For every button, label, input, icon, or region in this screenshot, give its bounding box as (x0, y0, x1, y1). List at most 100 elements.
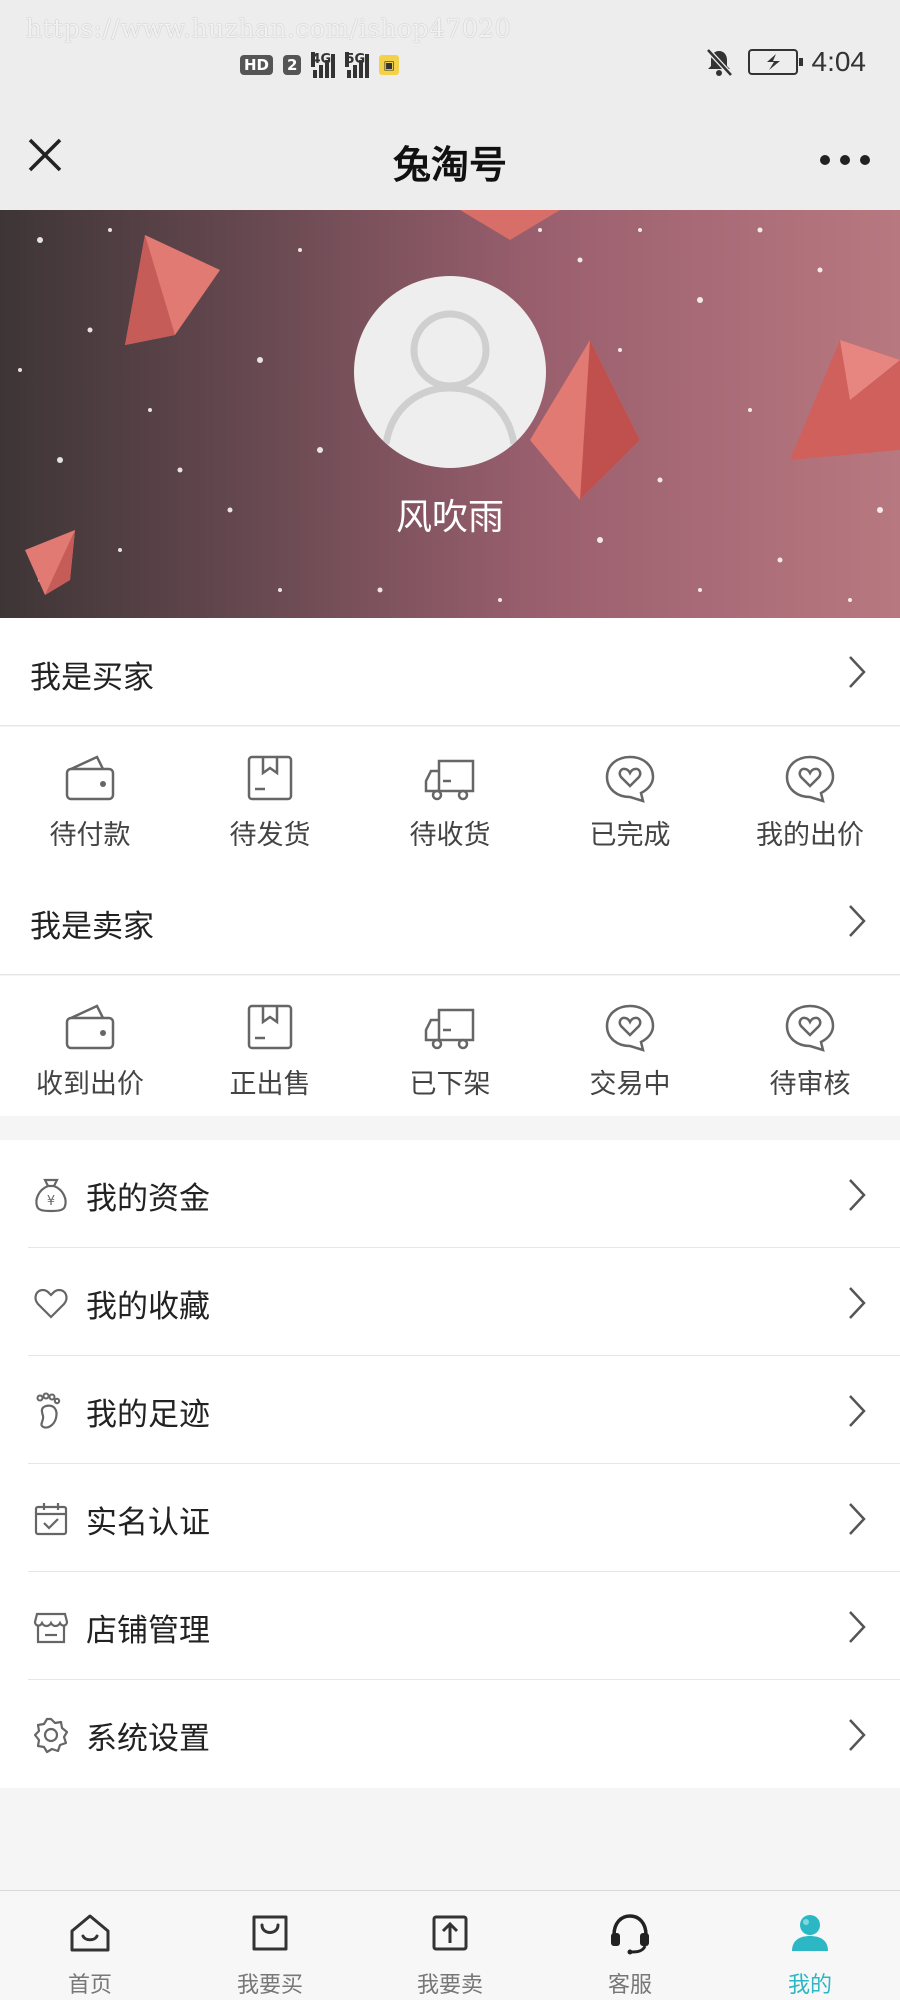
wallet-icon (65, 1004, 115, 1050)
truck-icon (424, 759, 475, 801)
buyer-my-bids[interactable]: 我的出价 (720, 727, 900, 867)
chevron-right-icon (849, 1611, 866, 1643)
hd-badge: HD (240, 55, 274, 75)
buyer-item-label: 已完成 (589, 820, 671, 851)
menu-item-footprints[interactable]: 我的足迹 (0, 1356, 900, 1464)
seller-item-label: 已下架 (409, 1069, 491, 1100)
truck-icon (424, 1008, 475, 1050)
svg-text:¥: ¥ (47, 1194, 55, 1209)
seller-on-sale[interactable]: 正出售 (180, 976, 360, 1116)
seller-in-trade[interactable]: 交易中 (540, 976, 720, 1116)
bottom-tab-bar: 首页 我要买 我要卖 客服 我的 (0, 1890, 900, 2000)
seller-delisted[interactable]: 已下架 (360, 976, 540, 1116)
seller-item-label: 收到出价 (36, 1069, 144, 1100)
buyer-item-label: 待发货 (229, 820, 311, 851)
chevron-right-icon (849, 1719, 866, 1751)
user-placeholder-icon (382, 310, 518, 445)
menu-item-label: 我的资金 (86, 1181, 210, 1217)
status-left: HD 2 4G 5G ▣ (240, 52, 399, 78)
buyer-section-title: 我是买家 (30, 660, 154, 696)
menu-item-store-management[interactable]: 店铺管理 (0, 1572, 900, 1680)
menu-item-label: 我的足迹 (86, 1397, 210, 1433)
tab-mine[interactable]: 我的 (720, 1891, 900, 2000)
menu-item-funds[interactable]: ¥ 我的资金 (0, 1140, 900, 1248)
buyer-pending-payment[interactable]: 待付款 (0, 727, 180, 867)
more-options-icon[interactable] (820, 140, 870, 180)
seller-pending-review[interactable]: 待审核 (720, 976, 900, 1116)
menu-item-label: 店铺管理 (86, 1613, 210, 1649)
heart-bubble-icon (605, 1004, 655, 1052)
menu-item-system-settings[interactable]: 系统设置 (0, 1680, 900, 1788)
tab-label: 客服 (607, 1973, 652, 1998)
buyer-item-label: 待收货 (409, 820, 491, 851)
user-icon (792, 1915, 828, 1951)
footprint-icon (36, 1392, 61, 1429)
tab-customer-service[interactable]: 客服 (540, 1891, 720, 2000)
package-icon (247, 755, 293, 801)
buyer-item-label: 待付款 (49, 820, 131, 851)
heart-bubble-icon (605, 755, 655, 803)
tab-label: 我的 (787, 1973, 832, 1998)
gear-icon (33, 1717, 69, 1754)
menu-item-real-name-verification[interactable]: 实名认证 (0, 1464, 900, 1572)
network-type-label: 4G (311, 52, 332, 67)
menu-item-label: 实名认证 (86, 1505, 210, 1541)
buyer-order-shortcuts: 待付款 待发货 待收货 已完成 我的出价 (0, 727, 900, 867)
tab-label: 我要卖 (416, 1973, 483, 1998)
buyer-item-label: 我的出价 (756, 820, 864, 851)
settings-menu: ¥ 我的资金 我的收藏 我的足迹 实名认证 店铺管理 系统设置 (0, 1140, 900, 1788)
buyer-completed[interactable]: 已完成 (540, 727, 720, 867)
calendar-check-icon (34, 1503, 68, 1536)
upload-icon (432, 1915, 468, 1951)
navigation-bar: 兔淘号 (0, 110, 900, 210)
package-icon (247, 1004, 293, 1050)
seller-received-bids[interactable]: 收到出价 (0, 976, 180, 1116)
buyer-pending-shipment[interactable]: 待发货 (180, 727, 360, 867)
chevron-right-icon (849, 1395, 866, 1427)
store-icon (33, 1612, 69, 1644)
sim-badge: 2 (283, 55, 302, 75)
seller-item-label: 正出售 (229, 1069, 311, 1100)
buyer-section-header[interactable]: 我是买家 (0, 618, 900, 726)
home-icon (70, 1914, 110, 1952)
chevron-right-icon (849, 1287, 866, 1319)
menu-item-label: 系统设置 (86, 1721, 210, 1757)
profile-banner: 风吹雨 (0, 210, 900, 618)
seller-item-label: 交易中 (589, 1069, 671, 1100)
chevron-right-icon (849, 1179, 866, 1211)
tab-sell[interactable]: 我要卖 (360, 1891, 540, 2000)
money-bag-icon: ¥ (35, 1178, 67, 1213)
status-time: 4:04 (811, 46, 867, 77)
watermark-text: https://www.huzhan.com/ishop47020 (26, 14, 512, 43)
avatar[interactable] (354, 276, 546, 468)
seller-section-title: 我是卖家 (30, 909, 154, 945)
menu-item-label: 我的收藏 (86, 1289, 210, 1325)
seller-item-label: 待审核 (769, 1069, 851, 1100)
shopping-bag-icon (252, 1915, 288, 1951)
seller-order-shortcuts: 收到出价 正出售 已下架 交易中 待审核 (0, 976, 900, 1116)
seller-section-header[interactable]: 我是卖家 (0, 867, 900, 975)
tab-buy[interactable]: 我要买 (180, 1891, 360, 2000)
menu-item-favorites[interactable]: 我的收藏 (0, 1248, 900, 1356)
chevron-right-icon (849, 656, 866, 688)
tab-home[interactable]: 首页 (0, 1891, 180, 2000)
battery-icon (747, 49, 803, 75)
network-type-label: 5G (345, 52, 366, 67)
signal-5g-icon: 5G (345, 52, 370, 78)
headset-icon (611, 1914, 649, 1955)
chevron-right-icon (849, 1503, 866, 1535)
heart-bubble-icon (785, 1004, 835, 1052)
chevron-right-icon (849, 905, 866, 937)
carrier-icon: ▣ (379, 55, 399, 75)
page-title: 兔淘号 (392, 143, 507, 187)
bell-muted-icon (705, 48, 733, 77)
signal-4g-icon: 4G (311, 52, 336, 78)
heart-bubble-icon (785, 755, 835, 803)
username: 风吹雨 (395, 497, 504, 538)
heart-icon (34, 1288, 68, 1319)
tab-label: 首页 (67, 1973, 112, 1998)
tab-label: 我要买 (236, 1973, 303, 1998)
wallet-icon (65, 755, 115, 801)
status-right: 4:04 (704, 46, 867, 78)
buyer-pending-receipt[interactable]: 待收货 (360, 727, 540, 867)
